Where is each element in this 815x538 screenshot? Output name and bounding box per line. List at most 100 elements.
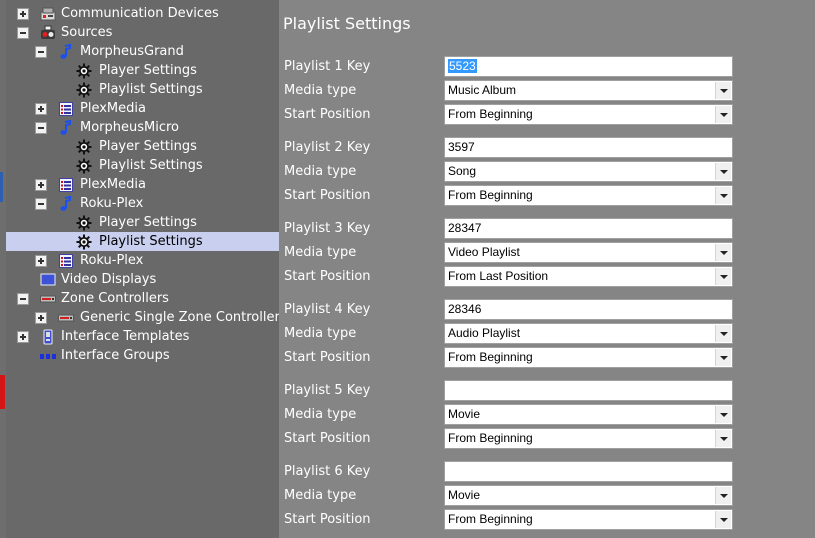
- playlist-5-key-label: Playlist 5 Key: [284, 383, 371, 398]
- playlist-6-media-type-select[interactable]: Movie: [444, 485, 733, 506]
- chevron-down-icon[interactable]: [715, 106, 731, 123]
- source-tree[interactable]: Communication Devices Sources MorpheusGran…: [0, 0, 279, 538]
- playlist-5-media-type-label: Media type: [284, 407, 357, 422]
- playlist-1-start-position-select[interactable]: From Beginning: [444, 104, 733, 125]
- tree-item[interactable]: PlexMedia: [0, 175, 279, 194]
- chevron-down-icon[interactable]: [715, 268, 731, 285]
- playlist-6-start-position-label: Start Position: [284, 512, 371, 527]
- chevron-down-icon[interactable]: [715, 406, 731, 423]
- playlist-5-start-position-value: From Beginning: [448, 431, 533, 445]
- chevron-down-icon[interactable]: [715, 430, 731, 447]
- tree-item[interactable]: Playlist Settings: [6, 232, 279, 251]
- playlist-3-key-value: 28347: [448, 221, 482, 235]
- playlist-2-key-value: 3597: [448, 140, 475, 154]
- tree-item-label: Communication Devices: [61, 6, 219, 21]
- chevron-down-icon[interactable]: [715, 163, 731, 180]
- tree-item[interactable]: Player Settings: [0, 213, 279, 232]
- list-icon: [58, 177, 74, 193]
- playlist-2-start-position-value: From Beginning: [448, 188, 533, 202]
- playlist-2-key-input[interactable]: 3597: [444, 137, 733, 158]
- playlist-4-media-type-value: Audio Playlist: [448, 326, 521, 340]
- playlist-6-start-position-select[interactable]: From Beginning: [444, 509, 733, 530]
- tree-item-label: Playlist Settings: [99, 158, 203, 173]
- collapse-icon[interactable]: [17, 293, 29, 305]
- gear-icon: [76, 63, 92, 79]
- playlist-3-start-position-value: From Last Position: [448, 269, 549, 283]
- tree-item-label: Player Settings: [99, 215, 197, 230]
- gear-icon: [76, 215, 92, 231]
- tree-item-label: Player Settings: [99, 63, 197, 78]
- tree-item[interactable]: Player Settings: [0, 137, 279, 156]
- tree-item-label: Interface Groups: [61, 348, 170, 363]
- playlist-1-media-type-select[interactable]: Music Album: [444, 80, 733, 101]
- zone-controller-icon: [40, 291, 56, 307]
- playlist-6-key-label: Playlist 6 Key: [284, 464, 371, 479]
- playlist-1-start-position-value: From Beginning: [448, 107, 533, 121]
- playlist-4-start-position-label: Start Position: [284, 350, 371, 365]
- playlist-3-media-type-select[interactable]: Video Playlist: [444, 242, 733, 263]
- chevron-down-icon[interactable]: [715, 487, 731, 504]
- playlist-3-media-type-label: Media type: [284, 245, 357, 260]
- playlist-3-media-type-value: Video Playlist: [448, 245, 520, 259]
- tree-item[interactable]: Interface Templates: [0, 327, 279, 346]
- playlist-5-start-position-select[interactable]: From Beginning: [444, 428, 733, 449]
- playlist-2-media-type-value: Song: [448, 164, 477, 178]
- expand-icon[interactable]: [17, 8, 29, 20]
- chevron-down-icon[interactable]: [715, 349, 731, 366]
- playlist-6-media-type-label: Media type: [284, 488, 357, 503]
- expand-icon[interactable]: [35, 179, 47, 191]
- collapse-icon[interactable]: [35, 122, 47, 134]
- gear-icon: [76, 139, 92, 155]
- playlist-2-media-type-select[interactable]: Song: [444, 161, 733, 182]
- tree-item-label: Video Displays: [61, 272, 157, 287]
- tree-item[interactable]: Roku-Plex: [0, 194, 279, 213]
- tree-item-label: Playlist Settings: [99, 82, 203, 97]
- tree-item-label: Sources: [61, 25, 113, 40]
- communication-devices-icon: [40, 6, 56, 22]
- playlist-4-key-input[interactable]: 28346: [444, 299, 733, 320]
- chevron-down-icon[interactable]: [715, 82, 731, 99]
- tree-item[interactable]: Sources: [0, 23, 279, 42]
- chevron-down-icon[interactable]: [715, 187, 731, 204]
- chevron-down-icon[interactable]: [715, 325, 731, 342]
- collapse-icon[interactable]: [35, 198, 47, 210]
- playlist-4-start-position-select[interactable]: From Beginning: [444, 347, 733, 368]
- page-title: Playlist Settings: [283, 14, 411, 33]
- playlist-1-key-input[interactable]: 5523: [444, 56, 733, 77]
- tree-item[interactable]: MorpheusMicro: [0, 118, 279, 137]
- tree-item[interactable]: Zone Controllers: [0, 289, 279, 308]
- tree-item-label: Roku-Plex: [80, 196, 144, 211]
- tree-item[interactable]: PlexMedia: [0, 99, 279, 118]
- playlist-5-media-type-select[interactable]: Movie: [444, 404, 733, 425]
- tree-item[interactable]: Playlist Settings: [0, 156, 279, 175]
- playlist-6-key-input[interactable]: [444, 461, 733, 482]
- playlist-3-start-position-select[interactable]: From Last Position: [444, 266, 733, 287]
- collapse-icon[interactable]: [35, 46, 47, 58]
- expand-icon[interactable]: [35, 312, 47, 324]
- tree-item[interactable]: Communication Devices: [0, 4, 279, 23]
- tree-item[interactable]: Video Displays: [0, 270, 279, 289]
- tree-item[interactable]: Generic Single Zone Controller: [0, 308, 279, 327]
- expand-icon[interactable]: [17, 331, 29, 343]
- tree-item[interactable]: MorpheusGrand: [0, 42, 279, 61]
- tree-item[interactable]: Interface Groups: [0, 346, 279, 365]
- playlist-5-key-input[interactable]: [444, 380, 733, 401]
- playlist-4-media-type-select[interactable]: Audio Playlist: [444, 323, 733, 344]
- tree-item-label: Zone Controllers: [61, 291, 169, 306]
- playlist-1-media-type-label: Media type: [284, 83, 357, 98]
- tree-item[interactable]: Roku-Plex: [0, 251, 279, 270]
- playlist-3-key-input[interactable]: 28347: [444, 218, 733, 239]
- chevron-down-icon[interactable]: [715, 511, 731, 528]
- playlist-2-start-position-select[interactable]: From Beginning: [444, 185, 733, 206]
- playlist-3-key-label: Playlist 3 Key: [284, 221, 371, 236]
- tree-item[interactable]: Player Settings: [0, 61, 279, 80]
- tree-item-label: Player Settings: [99, 139, 197, 154]
- playlist-2-start-position-label: Start Position: [284, 188, 371, 203]
- collapse-icon[interactable]: [17, 27, 29, 39]
- expand-icon[interactable]: [35, 255, 47, 267]
- chevron-down-icon[interactable]: [715, 244, 731, 261]
- playlist-6-media-type-value: Movie: [448, 488, 481, 502]
- playlist-2-key-label: Playlist 2 Key: [284, 140, 371, 155]
- tree-item[interactable]: Playlist Settings: [0, 80, 279, 99]
- expand-icon[interactable]: [35, 103, 47, 115]
